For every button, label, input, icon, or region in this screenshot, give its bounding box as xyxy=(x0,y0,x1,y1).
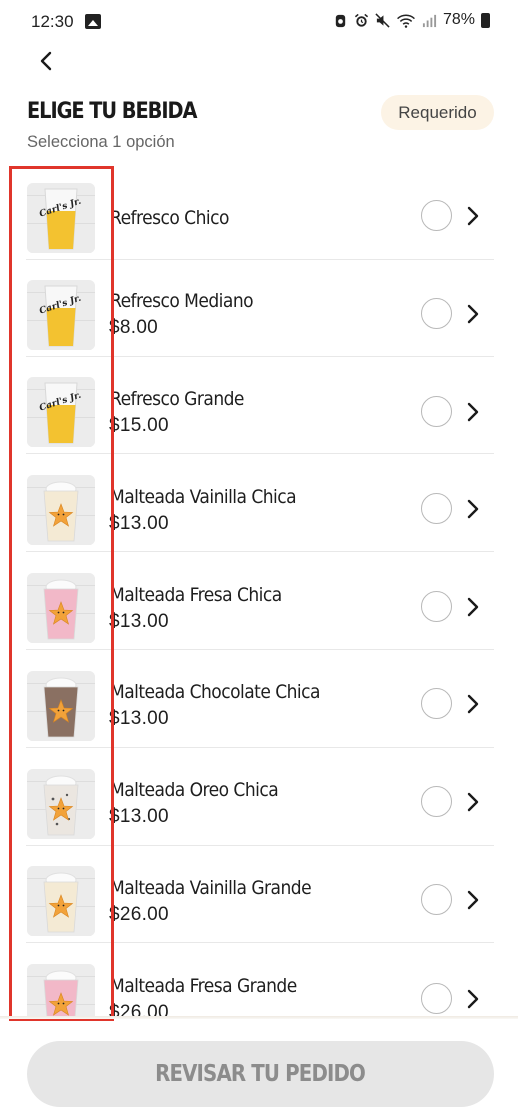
chevron-right-icon[interactable] xyxy=(462,303,484,325)
option-price: $8.00 xyxy=(109,317,159,338)
option-name: Refresco Grande xyxy=(110,388,244,410)
divider xyxy=(26,747,494,748)
option-thumbnail: Carl's Jr. xyxy=(27,280,95,350)
chevron-right-icon[interactable] xyxy=(462,693,484,715)
option-thumbnail xyxy=(27,475,95,545)
option-thumbnail xyxy=(27,964,95,1017)
chevron-right-icon[interactable] xyxy=(462,791,484,813)
divider xyxy=(26,453,494,454)
option-row[interactable]: Carl's Jr. Refresco Chico xyxy=(0,163,518,260)
option-radio[interactable] xyxy=(421,396,452,427)
divider xyxy=(26,551,494,552)
section-subtitle: Selecciona 1 opción xyxy=(27,133,175,151)
chevron-right-icon[interactable] xyxy=(462,889,484,911)
option-name: Malteada Vainilla Chica xyxy=(110,486,297,508)
status-time: 12:30 xyxy=(31,12,74,31)
data-saver-icon xyxy=(333,13,348,28)
option-radio[interactable] xyxy=(421,884,452,915)
option-radio[interactable] xyxy=(421,298,452,329)
option-row[interactable]: Malteada Chocolate Chica $13.00 xyxy=(0,651,518,748)
review-order-label: REVISAR TU PEDIDO xyxy=(155,1061,367,1087)
divider xyxy=(26,649,494,650)
option-row[interactable]: Malteada Vainilla Grande $26.00 xyxy=(0,846,518,943)
option-thumbnail xyxy=(27,769,95,839)
battery-percent: 78% xyxy=(442,11,475,28)
option-row[interactable]: Malteada Fresa Grande $26.00 xyxy=(0,944,518,1017)
option-radio[interactable] xyxy=(421,200,452,231)
option-name: Refresco Mediano xyxy=(110,290,254,312)
option-name: Malteada Vainilla Grande xyxy=(110,877,312,899)
signal-icon xyxy=(422,13,437,28)
option-thumbnail xyxy=(27,573,95,643)
option-row[interactable]: Malteada Vainilla Chica $13.00 xyxy=(0,455,518,552)
option-price: $26.00 xyxy=(109,904,169,925)
option-price: $13.00 xyxy=(109,806,169,827)
divider xyxy=(26,942,494,943)
chevron-left-icon xyxy=(40,51,52,71)
option-thumbnail xyxy=(27,866,95,936)
chevron-right-icon[interactable] xyxy=(462,401,484,423)
alarm-icon xyxy=(354,13,369,28)
option-name: Malteada Chocolate Chica xyxy=(110,681,320,703)
option-price: $15.00 xyxy=(109,415,169,436)
battery-icon xyxy=(481,12,490,28)
option-radio[interactable] xyxy=(421,493,452,524)
option-row[interactable]: Malteada Fresa Chica $13.00 xyxy=(0,553,518,650)
option-row[interactable]: Malteada Oreo Chica $13.00 xyxy=(0,749,518,846)
chevron-right-icon[interactable] xyxy=(462,596,484,618)
option-name: Refresco Chico xyxy=(110,207,229,229)
required-badge: Requerido xyxy=(381,95,494,130)
option-name: Malteada Oreo Chica xyxy=(110,779,279,801)
chevron-right-icon[interactable] xyxy=(462,205,484,227)
gallery-icon xyxy=(85,14,101,29)
chevron-right-icon[interactable] xyxy=(462,498,484,520)
option-row[interactable]: Carl's Jr. Refresco Mediano $8.00 xyxy=(0,260,518,357)
status-bar: 12:30 78% xyxy=(0,0,518,44)
option-name: Malteada Fresa Chica xyxy=(110,584,282,606)
option-name: Malteada Fresa Grande xyxy=(110,975,297,997)
option-price: $26.00 xyxy=(109,1002,169,1017)
back-button[interactable] xyxy=(34,48,60,74)
option-thumbnail xyxy=(27,671,95,741)
wifi-icon xyxy=(396,13,416,28)
footer-divider xyxy=(0,1016,518,1019)
review-order-button[interactable]: REVISAR TU PEDIDO xyxy=(27,1041,494,1107)
option-row[interactable]: Carl's Jr. Refresco Grande $15.00 xyxy=(0,357,518,454)
option-thumbnail: Carl's Jr. xyxy=(27,377,95,447)
section-title: ELIGE TU BEBIDA xyxy=(27,99,198,124)
option-radio[interactable] xyxy=(421,983,452,1014)
option-radio[interactable] xyxy=(421,591,452,622)
status-icons: 78% xyxy=(333,11,490,29)
option-radio[interactable] xyxy=(421,786,452,817)
option-price: $13.00 xyxy=(109,513,169,534)
option-price: $13.00 xyxy=(109,611,169,632)
option-price: $13.00 xyxy=(109,708,169,729)
chevron-right-icon[interactable] xyxy=(462,988,484,1010)
option-thumbnail: Carl's Jr. xyxy=(27,183,95,253)
beverage-option-list[interactable]: Carl's Jr. Refresco Chico Carl's Jr. Ref… xyxy=(0,163,518,1017)
option-radio[interactable] xyxy=(421,688,452,719)
mute-icon xyxy=(375,12,390,28)
